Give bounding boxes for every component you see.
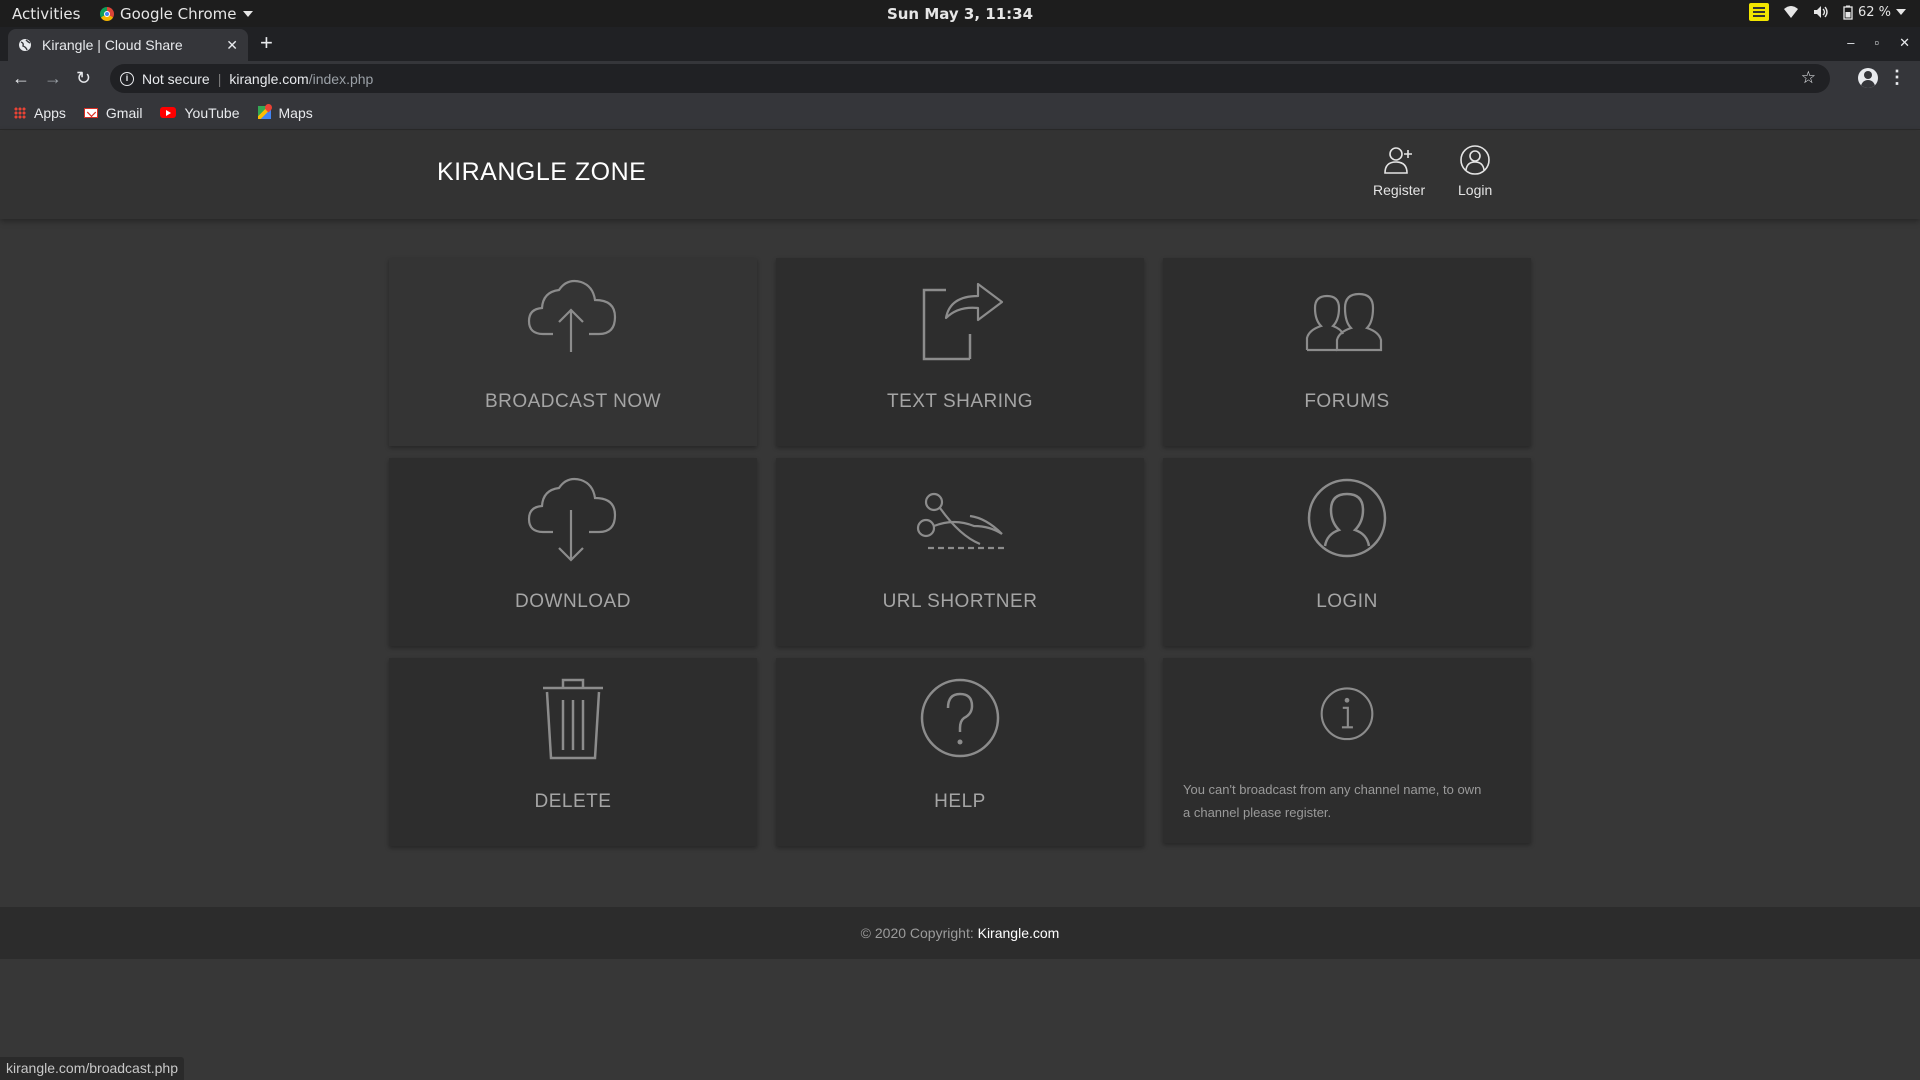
reload-icon[interactable]: ↻ <box>76 68 91 88</box>
new-tab-button[interactable]: + <box>260 32 273 54</box>
info-icon[interactable]: i <box>120 71 134 86</box>
site-header: KIRANGLE ZONE Register Login <box>0 131 1920 219</box>
clock[interactable]: Sun May 3, 11:34 <box>0 5 1920 23</box>
address-bar[interactable]: i Not secure | kirangle.com/index.php ☆ <box>110 64 1830 93</box>
tile-label: TEXT SHARING <box>886 391 1034 412</box>
cloud-download-icon <box>527 477 617 562</box>
tile-text-sharing[interactable]: TEXT SHARING <box>776 258 1144 446</box>
site-brand[interactable]: KIRANGLE ZONE <box>437 158 646 187</box>
menu-dots-icon[interactable]: ⋮ <box>1888 67 1906 88</box>
browser-tab[interactable]: Kirangle | Cloud Share ✕ <box>8 29 248 61</box>
info-icon <box>1320 687 1374 741</box>
window-controls: – ▫ ✕ <box>1847 35 1910 51</box>
bookmark-star-icon[interactable]: ☆ <box>1801 68 1816 88</box>
chevron-down-icon <box>1896 9 1906 15</box>
tile-login[interactable]: LOGIN <box>1163 458 1531 646</box>
help-icon <box>920 678 1000 758</box>
bookmarks-bar: Apps Gmail YouTube Maps <box>0 96 1920 130</box>
status-url: kirangle.com/broadcast.php <box>0 1057 184 1080</box>
forward-icon[interactable]: → <box>44 68 62 88</box>
close-window-icon[interactable]: ✕ <box>1899 35 1910 51</box>
battery-indicator[interactable]: 62 % <box>1843 5 1906 20</box>
system-top-bar: Activities Google Chrome Sun May 3, 11:3… <box>0 0 1920 27</box>
globe-icon <box>19 39 31 51</box>
user-circle-icon <box>1307 478 1387 558</box>
bookmark-label: Gmail <box>105 104 143 121</box>
gmail-icon <box>83 107 98 118</box>
login-label: Login <box>1458 182 1493 198</box>
bookmark-label: Maps <box>278 104 313 121</box>
youtube-icon <box>160 107 177 118</box>
tile-info: You can't broadcast from any channel nam… <box>1163 658 1531 843</box>
maps-icon <box>257 106 271 119</box>
site-footer: © 2020 Copyright: Kirangle.com <box>0 907 1920 959</box>
tile-label: DELETE <box>534 791 612 812</box>
cloud-upload-icon <box>527 279 617 352</box>
bookmark-maps[interactable]: Maps <box>257 104 313 121</box>
tab-title: Kirangle | Cloud Share <box>42 37 183 53</box>
share-icon <box>922 282 1004 361</box>
app-name: Google Chrome <box>120 5 237 23</box>
tab-strip: Kirangle | Cloud Share ✕ + – ▫ ✕ <box>0 27 1920 61</box>
battery-percent: 62 % <box>1857 4 1891 20</box>
wifi-icon <box>1783 6 1798 18</box>
maximize-icon[interactable]: ▫ <box>1874 35 1879 51</box>
notes-indicator-icon[interactable] <box>1748 3 1769 21</box>
login-link[interactable]: Login <box>1458 144 1492 198</box>
tile-label: URL SHORTNER <box>882 591 1038 612</box>
activities-button[interactable]: Activities <box>12 5 80 23</box>
footer-copyright: © 2020 Copyright: <box>860 925 978 941</box>
close-icon[interactable]: ✕ <box>226 37 238 54</box>
tile-forums[interactable]: FORUMS <box>1163 258 1531 446</box>
tile-broadcast-now[interactable]: BROADCAST NOW <box>389 258 757 446</box>
bookmark-gmail[interactable]: Gmail <box>83 104 143 121</box>
register-label: Register <box>1373 182 1426 198</box>
bookmark-label: YouTube <box>184 104 240 121</box>
tile-label: DOWNLOAD <box>515 591 631 612</box>
tile-download[interactable]: DOWNLOAD <box>389 458 757 646</box>
add-user-icon <box>1384 147 1413 174</box>
register-link[interactable]: Register <box>1373 144 1425 198</box>
system-tray[interactable]: 62 % <box>1748 3 1906 21</box>
battery-icon <box>1843 5 1853 20</box>
app-menu[interactable]: Google Chrome <box>100 5 253 23</box>
chevron-down-icon <box>242 11 253 17</box>
url-host: kirangle.com <box>229 70 309 87</box>
tile-label: BROADCAST NOW <box>484 391 662 412</box>
trash-icon <box>543 678 603 760</box>
security-label[interactable]: Not secure <box>142 71 210 87</box>
url-path: /index.php <box>308 70 374 87</box>
back-icon[interactable]: ← <box>12 68 30 88</box>
tile-label: HELP <box>934 791 986 812</box>
tile-url-shortner[interactable]: URL SHORTNER <box>776 458 1144 646</box>
minimize-icon[interactable]: – <box>1847 35 1854 51</box>
divider: | <box>217 70 222 87</box>
tile-label: FORUMS <box>1304 391 1390 412</box>
volume-icon <box>1813 6 1828 18</box>
user-circle-icon <box>1460 145 1490 175</box>
profile-avatar-icon[interactable] <box>1858 68 1878 88</box>
tile-delete[interactable]: DELETE <box>389 658 757 846</box>
tile-note: You can't broadcast from any channel nam… <box>1183 782 1482 820</box>
tile-label: LOGIN <box>1316 591 1378 612</box>
chrome-logo-icon <box>100 7 114 21</box>
scissors-icon <box>916 492 1004 550</box>
tile-help[interactable]: HELP <box>776 658 1144 846</box>
bookmark-youtube[interactable]: YouTube <box>160 104 240 121</box>
footer-link[interactable]: Kirangle.com <box>978 925 1060 941</box>
users-icon <box>1305 292 1383 352</box>
apps-grid-icon <box>14 106 26 119</box>
browser-toolbar: ← → ↻ i Not secure | kirangle.com/index.… <box>0 61 1920 96</box>
bookmark-apps[interactable]: Apps <box>14 105 66 121</box>
bookmark-label: Apps <box>34 104 66 121</box>
